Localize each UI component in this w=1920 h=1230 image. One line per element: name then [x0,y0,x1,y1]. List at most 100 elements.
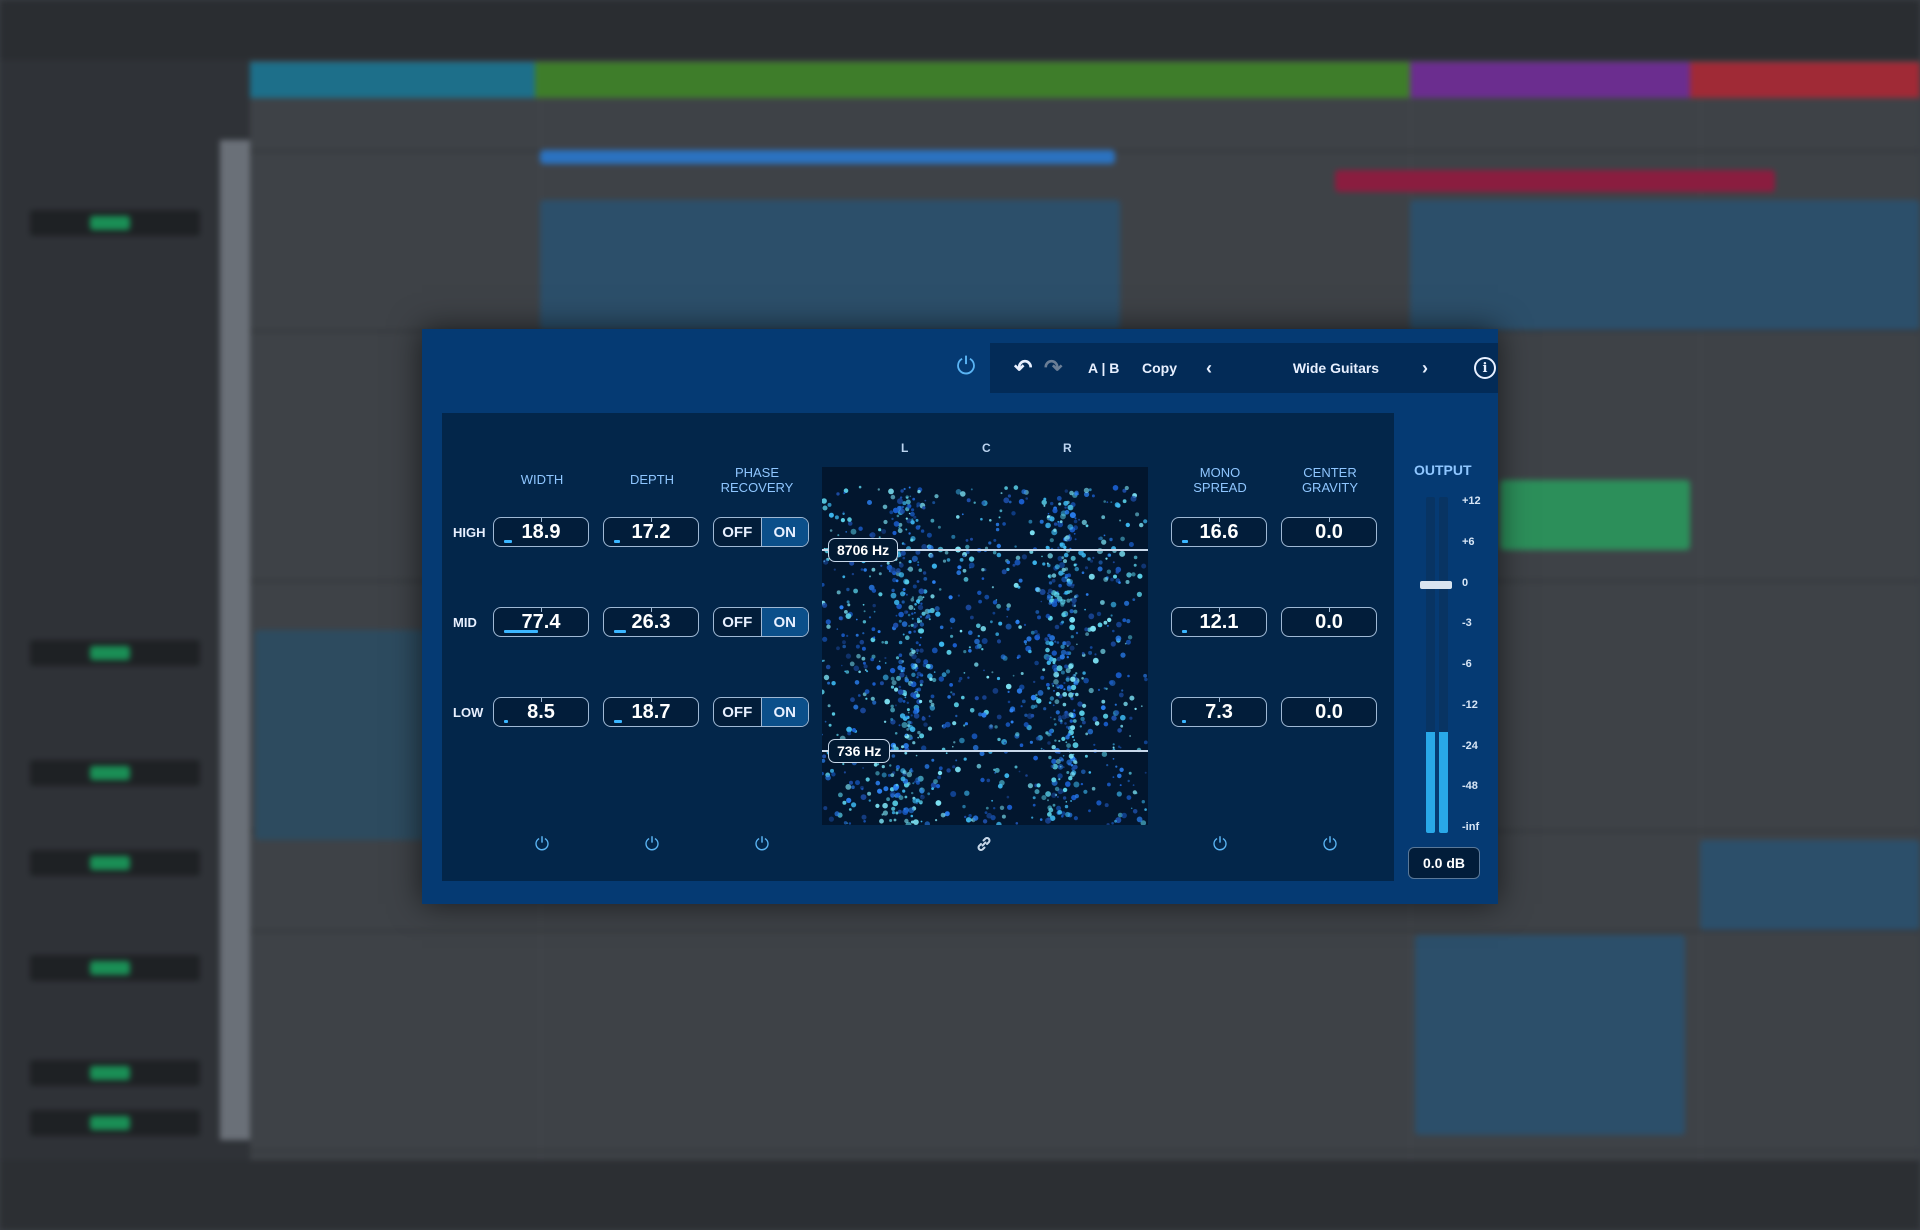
phase-off-button[interactable]: OFF [714,608,761,636]
daw-bottom-bar [0,1160,1920,1230]
info-icon[interactable]: i [1474,357,1496,379]
clip-piano [255,630,425,840]
mono-spread-value: 7.3 [1205,700,1233,723]
output-gain-readout[interactable]: 0.0 dB [1408,847,1480,879]
output-meter[interactable] [1420,497,1452,837]
mono-spread-meter [1182,630,1187,633]
clip-bar [540,150,1115,164]
width-meter [504,540,512,543]
column-header-center-gravity: CENTER GRAVITY [1301,465,1359,495]
preset-name[interactable]: Wide Guitars [1236,360,1436,376]
daw-ruler [0,0,1920,60]
phase-on-button[interactable]: ON [760,698,808,726]
center-gravity-value: 0.0 [1315,520,1343,543]
plugin-toolbar: ↶ ↷ A | B Copy ‹ Wide Guitars › i [990,343,1498,393]
preset-next-icon[interactable]: › [1422,358,1428,379]
width-knob-low[interactable]: 8.5 [493,697,589,727]
center-gravity-power-icon[interactable]: ⏻ [1320,834,1340,854]
width-power-icon[interactable]: ⏻ [532,834,552,854]
output-scale-label: 0 [1462,576,1469,589]
preset-prev-icon[interactable]: ‹ [1206,358,1212,379]
scope-particles [822,485,1148,825]
track-headers [0,60,250,1160]
output-scale-label: -3 [1462,617,1472,630]
width-value: 18.9 [521,520,561,543]
crossover-low-handle[interactable]: 736 Hz [828,739,891,763]
column-header-depth: DEPTH [629,472,675,487]
track-color-strip [220,140,250,1140]
mono-spread-power-icon[interactable]: ⏻ [1210,834,1230,854]
arrangement-section-verse [535,62,1410,98]
phase-recovery-toggle-low[interactable]: OFF ON [713,697,809,727]
output-title: OUTPUT [1414,462,1472,478]
phase-off-button[interactable]: OFF [714,698,761,726]
depth-meter [614,630,627,633]
clip-green [1500,480,1690,550]
band-label-mid: MID [453,615,477,630]
depth-meter [614,540,621,543]
clip-right [1700,840,1920,930]
phase-off-button[interactable]: OFF [714,518,761,546]
mono-spread-value: 16.6 [1199,520,1239,543]
column-header-mono-spread: MONO SPREAD [1193,465,1247,495]
clip-red [1335,170,1775,192]
clip-synth [1415,935,1685,1135]
phase-on-button[interactable]: ON [760,518,808,546]
column-header-width: WIDTH [520,472,564,487]
undo-icon[interactable]: ↶ [1014,355,1032,381]
clip-sound [540,200,1120,330]
phase-recovery-power-icon[interactable]: ⏻ [752,834,772,854]
depth-knob-low[interactable]: 18.7 [603,697,699,727]
clip-chorus [1410,200,1920,330]
output-scale-label: -6 [1462,658,1472,670]
column-header-phase-recovery: PHASE RECOVERY [720,465,794,495]
phase-on-button[interactable]: ON [760,608,808,636]
ab-compare-button[interactable]: A | B [1088,360,1119,376]
stereo-scope: 8706 Hz 736 Hz [822,467,1148,825]
width-knob-mid[interactable]: 77.4 [493,607,589,637]
output-fader-handle[interactable] [1420,581,1452,589]
mono-spread-knob-low[interactable]: 7.3 [1171,697,1267,727]
band-controls-panel: WIDTH DEPTH PHASE RECOVERY MONO SPREAD C… [442,413,1394,881]
output-meter-right [1439,497,1448,833]
output-scale-label: -12 [1462,698,1478,711]
output-scale-label: +12 [1462,495,1481,507]
center-gravity-knob-high[interactable]: 0.0 [1281,517,1377,547]
arrangement-section-verse-2 [1690,62,1920,98]
scope-label-center: C [982,441,991,455]
stereo-imager-plugin: ⏻ ↶ ↷ A | B Copy ‹ Wide Guitars › i WIDT… [422,329,1498,904]
mono-spread-knob-mid[interactable]: 12.1 [1171,607,1267,637]
phase-recovery-toggle-high[interactable]: OFF ON [713,517,809,547]
depth-value: 26.3 [631,610,671,633]
width-meter [504,630,539,633]
mono-spread-knob-high[interactable]: 16.6 [1171,517,1267,547]
scope-label-left: L [901,441,909,455]
depth-knob-high[interactable]: 17.2 [603,517,699,547]
output-scale-label: +6 [1462,535,1475,548]
depth-power-icon[interactable]: ⏻ [642,834,662,854]
center-gravity-knob-mid[interactable]: 0.0 [1281,607,1377,637]
center-gravity-value: 0.0 [1315,610,1343,633]
mono-spread-meter [1182,720,1186,723]
scope-label-right: R [1063,441,1072,455]
phase-recovery-toggle-mid[interactable]: OFF ON [713,607,809,637]
mono-spread-meter [1182,540,1189,543]
output-scale-label: -inf [1462,821,1480,833]
band-label-high: HIGH [453,525,486,540]
redo-icon[interactable]: ↷ [1044,355,1062,381]
output-scale-label: -48 [1462,780,1478,793]
width-knob-high[interactable]: 18.9 [493,517,589,547]
plugin-power-icon[interactable]: ⏻ [952,353,980,381]
link-icon[interactable] [975,835,993,858]
width-meter [504,720,508,723]
output-scale-label: -24 [1462,739,1478,752]
arrangement-section-chorus [1410,62,1690,98]
depth-knob-mid[interactable]: 26.3 [603,607,699,637]
copy-button[interactable]: Copy [1142,360,1177,376]
crossover-high-handle[interactable]: 8706 Hz [828,538,899,562]
width-value: 8.5 [527,700,555,723]
center-gravity-knob-low[interactable]: 0.0 [1281,697,1377,727]
arrangement-section-intro [250,62,535,98]
depth-meter [614,720,622,723]
mono-spread-value: 12.1 [1199,610,1239,633]
